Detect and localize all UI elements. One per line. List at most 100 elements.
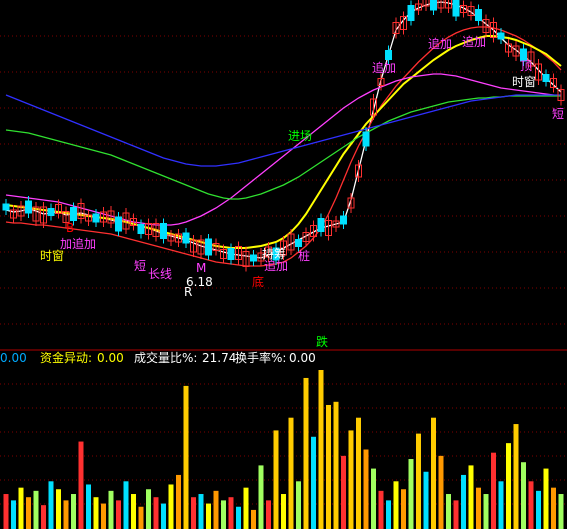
volume-bar [93,497,99,529]
candle-body [475,9,482,21]
volume-bar [168,484,174,529]
candle-body [25,200,32,214]
volume-bar [378,490,384,529]
candle-body [70,207,77,221]
volume-bar [78,441,84,529]
annotation-label: 顶 [520,59,532,73]
annotation-label: 时窗 [512,75,536,89]
annotation-label: 桩 [298,248,310,263]
candle-body [47,208,55,216]
volume-bar [63,500,69,529]
volume-bar [266,500,271,529]
candle-body [205,238,212,256]
volume-bar [416,433,421,529]
annotation-label: 追加 [264,258,288,273]
candle-body [137,224,145,234]
ratio-value: 21.74 [202,351,236,365]
volume-bar [183,385,189,529]
candle-body [295,239,302,247]
volume-bar [48,481,54,529]
volume-bar [176,474,181,529]
volume-bar [71,494,76,529]
candle-body [542,74,550,82]
volume-bar [131,494,136,529]
candle-body [362,131,370,147]
annotation-label: 底 [252,274,264,289]
ma-line [5,35,562,249]
volume-bar [296,481,301,529]
volume-bar [386,500,391,529]
candle-body [407,5,415,21]
annotation-label: 时窗 [40,249,64,263]
volume-bar [311,436,316,529]
volume-bar [528,481,534,529]
volume-bar [101,503,106,529]
volume-bar [18,487,24,529]
candle-body [115,216,122,232]
volume-bar [251,509,256,529]
volume-bar [341,455,346,529]
volume-bar [356,417,361,529]
volume-bar [326,404,331,529]
volume-bar [153,497,159,529]
volume-bar [146,489,151,529]
volume-bar [513,424,519,529]
volume-bar [461,474,466,529]
volume-bar [288,417,294,529]
fund-value: 0.00 [97,351,124,365]
ma-line [5,95,561,200]
volume-bar [26,497,31,529]
candle-body [340,215,347,225]
candle-body [497,32,505,40]
volume-bar [3,494,9,529]
volume-bar [498,481,504,529]
candle-body [385,50,392,60]
ma-line [5,26,562,267]
volume-bar [506,443,511,529]
stock-chart: 时窗B加 追加短长线6.18MR底持筹追加桩进场追加追加 追加顶时窗短 跌 0.00… [0,0,567,529]
fall-label: 跌 [316,334,328,349]
volume-bar [33,490,39,529]
volume-bar [56,489,61,529]
annotation-label: M [196,261,206,275]
volume-bar [213,490,219,529]
volume-bar [318,370,324,529]
annotation-label: 短 [552,107,564,121]
volume-bar [453,500,459,529]
annotation-label: 追加 [428,36,452,51]
annotation-label: R [184,285,192,299]
volume-bar [86,484,91,529]
volume-bar [281,494,286,529]
ratio-label: 成交量比%: [134,350,197,365]
turnover-value: 0.00 [289,351,316,365]
annotation-label: 追加 [72,236,96,251]
candle-body [250,254,257,262]
volume-bar [161,503,166,529]
volume-bar [483,494,489,529]
signal-annotations: 时窗B加 追加短长线6.18MR底持筹追加桩进场追加追加 追加顶时窗短 [40,34,564,299]
candle-body [430,0,437,11]
volume-bar [191,497,196,529]
volume-bar [468,465,474,529]
candle-body [2,203,10,211]
volume-header-value0: 0.00 [0,351,27,365]
volume-bar [273,430,279,529]
volume-bar [401,489,406,529]
volume-bar [431,417,436,529]
fund-label: 资金异动: [40,350,92,365]
volume-bar [558,494,564,529]
volume-bar [521,462,526,529]
volume-bars [3,370,564,529]
volume-bar [551,487,556,529]
volume-bar [491,452,496,529]
volume-bar [446,494,451,529]
candle-body [182,232,190,244]
annotation-label: 长线 [148,267,172,281]
candle-body [452,0,460,17]
volume-bar [41,505,46,529]
volume-bar [243,487,249,529]
annotation-label: 追加 [372,60,396,75]
volume-bar [221,500,226,529]
volume-bar [228,497,234,529]
annotation-label: 进场 [288,129,312,143]
